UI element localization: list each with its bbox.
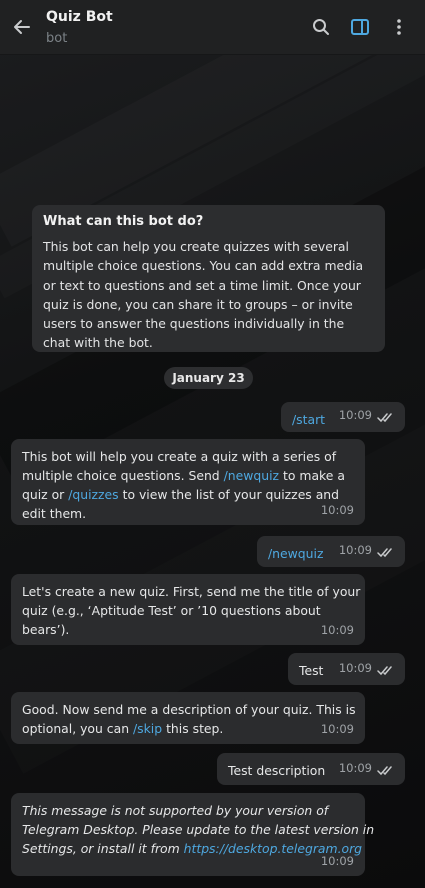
message-time: 10:09 bbox=[320, 503, 354, 517]
sidebar-panel-icon[interactable] bbox=[350, 17, 370, 37]
quizzes-link[interactable]: /quizzes bbox=[68, 487, 118, 502]
message-outgoing[interactable]: Test 10:09 bbox=[288, 653, 405, 685]
message-text: Test bbox=[299, 663, 324, 678]
message-outgoing[interactable]: /start 10:09 bbox=[281, 402, 405, 432]
message-outgoing[interactable]: /newquiz 10:09 bbox=[257, 536, 405, 567]
double-check-icon bbox=[377, 666, 392, 676]
bot-info-heading: What can this bot do? bbox=[43, 214, 204, 229]
search-icon[interactable] bbox=[311, 17, 331, 37]
command-link[interactable]: /newquiz bbox=[268, 546, 323, 561]
message-time: 10:09 bbox=[338, 408, 372, 422]
message-time: 10:09 bbox=[338, 543, 372, 557]
message-incoming[interactable]: Good. Now send me a description of your … bbox=[11, 692, 365, 744]
chat-header: Quiz Bot bot bbox=[0, 0, 425, 54]
command-link[interactable]: /start bbox=[292, 412, 325, 427]
back-arrow-icon[interactable] bbox=[12, 17, 32, 37]
message-time: 10:09 bbox=[320, 854, 354, 868]
date-separator: January 23 bbox=[164, 367, 253, 389]
message-incoming[interactable]: Let's create a new quiz. First, send me … bbox=[11, 574, 365, 645]
newquiz-link[interactable]: /newquiz bbox=[224, 468, 279, 483]
bot-info-description: This bot can help you create quizzes wit… bbox=[43, 239, 364, 351]
chat-subtitle: bot bbox=[46, 31, 68, 46]
message-incoming-unsupported[interactable]: This message is not supported by your ve… bbox=[11, 793, 374, 876]
message-time: 10:09 bbox=[338, 761, 372, 775]
double-check-icon bbox=[377, 413, 392, 423]
bot-info-card: What can this bot do? This bot can help … bbox=[32, 205, 385, 352]
message-outgoing[interactable]: Test description 10:09 bbox=[217, 753, 405, 785]
double-check-icon bbox=[377, 766, 392, 776]
double-check-icon bbox=[377, 548, 392, 558]
message-time: 10:09 bbox=[338, 661, 372, 675]
chat-title[interactable]: Quiz Bot bbox=[46, 9, 113, 25]
more-vert-icon[interactable] bbox=[389, 17, 409, 37]
message-text: Test description bbox=[228, 763, 326, 778]
message-incoming[interactable]: This bot will help you create a quiz wit… bbox=[11, 439, 365, 525]
message-time: 10:09 bbox=[320, 722, 354, 736]
skip-link[interactable]: /skip bbox=[133, 721, 162, 736]
message-time: 10:09 bbox=[320, 623, 354, 637]
